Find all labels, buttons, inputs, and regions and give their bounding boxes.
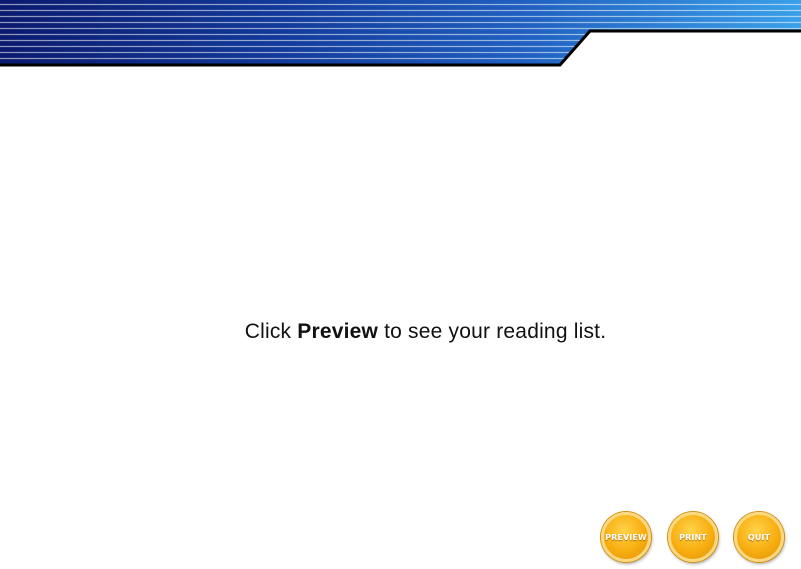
quit-button-label: QUIT bbox=[747, 532, 771, 542]
preview-button-label: PREVIEW bbox=[605, 532, 647, 542]
print-button[interactable]: PRINT bbox=[668, 512, 718, 562]
instruction-emphasis: Preview bbox=[297, 320, 379, 343]
instruction-text: Click Preview to see your reading list. bbox=[0, 320, 801, 344]
quit-button[interactable]: QUIT bbox=[734, 512, 784, 562]
header-banner bbox=[0, 0, 801, 67]
instruction-suffix: to see your reading list. bbox=[378, 320, 607, 343]
instruction-prefix: Click bbox=[244, 320, 298, 343]
page: Click Preview to see your reading list. … bbox=[0, 0, 801, 569]
preview-button[interactable]: PREVIEW bbox=[601, 512, 651, 562]
print-button-label: PRINT bbox=[679, 532, 707, 542]
